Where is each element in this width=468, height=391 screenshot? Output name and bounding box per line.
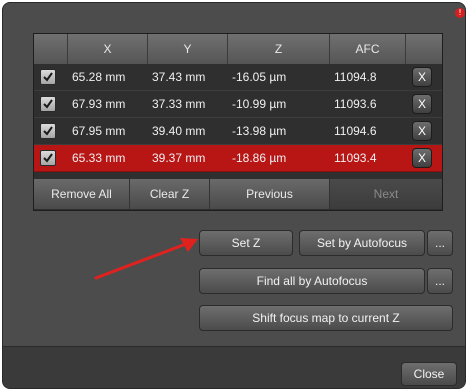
checkmark-icon: [43, 99, 53, 109]
set-by-autofocus-options-button[interactable]: ...: [427, 230, 453, 256]
remove-row-button[interactable]: X: [412, 67, 432, 87]
cell-x: 65.28 mm: [68, 64, 148, 91]
cell-y: 39.40 mm: [148, 118, 228, 145]
table-row[interactable]: 67.95 mm 39.40 mm -13.98 µm 11094.6 X: [34, 118, 442, 145]
header-afc[interactable]: AFC: [330, 34, 406, 64]
find-all-options-button[interactable]: ...: [427, 268, 453, 294]
table-row[interactable]: 65.28 mm 37.43 mm -16.05 µm 11094.8 X: [34, 64, 442, 91]
cell-y: 37.33 mm: [148, 91, 228, 118]
close-button[interactable]: Close: [401, 362, 457, 386]
set-z-button[interactable]: Set Z: [199, 230, 293, 256]
previous-button[interactable]: Previous: [210, 179, 330, 209]
header-y[interactable]: Y: [148, 34, 228, 64]
cell-z: -13.98 µm: [228, 118, 330, 145]
row-checkbox[interactable]: [40, 123, 56, 139]
cell-y: 39.37 mm: [148, 145, 228, 172]
cell-z: -16.05 µm: [228, 64, 330, 91]
remove-all-button[interactable]: Remove All: [34, 179, 130, 209]
set-by-autofocus-button[interactable]: Set by Autofocus: [299, 230, 425, 256]
cell-x: 65.33 mm: [68, 145, 148, 172]
row-checkbox[interactable]: [40, 69, 56, 85]
cell-x: 67.93 mm: [68, 91, 148, 118]
focus-points-panel: ! X Y Z AFC 65.28 mm 37.43 mm -16.05 µm …: [2, 2, 466, 389]
checkmark-icon: [43, 72, 53, 82]
row-checkbox[interactable]: [40, 96, 56, 112]
row-checkbox[interactable]: [40, 150, 56, 166]
cell-afc: 11094.8: [330, 64, 406, 91]
cell-afc: 11094.6: [330, 118, 406, 145]
table-header: X Y Z AFC: [34, 34, 442, 64]
clear-z-button[interactable]: Clear Z: [130, 179, 210, 209]
header-check-column: [34, 34, 68, 64]
table-row[interactable]: 67.93 mm 37.33 mm -10.99 µm 11093.6 X: [34, 91, 442, 118]
shift-focus-map-button[interactable]: Shift focus map to current Z: [199, 305, 453, 331]
header-x[interactable]: X: [68, 34, 148, 64]
cell-x: 67.95 mm: [68, 118, 148, 145]
cell-afc: 11093.6: [330, 91, 406, 118]
next-button: Next: [330, 179, 442, 209]
remove-row-button[interactable]: X: [412, 121, 432, 141]
focus-points-table: X Y Z AFC 65.28 mm 37.43 mm -16.05 µm 11…: [33, 33, 443, 211]
table-row-selected[interactable]: 65.33 mm 39.37 mm -18.86 µm 11093.4 X: [34, 145, 442, 172]
footer-bar: Close: [3, 346, 465, 388]
remove-row-button[interactable]: X: [412, 148, 432, 168]
header-z[interactable]: Z: [228, 34, 330, 64]
cell-z: -10.99 µm: [228, 91, 330, 118]
table-button-bar: Remove All Clear Z Previous Next: [34, 179, 442, 209]
checkmark-icon: [43, 153, 53, 163]
cell-y: 37.43 mm: [148, 64, 228, 91]
cell-afc: 11093.4: [330, 145, 406, 172]
notification-icon[interactable]: !: [455, 8, 465, 18]
header-remove-column: [406, 34, 442, 64]
cell-z: -18.86 µm: [228, 145, 330, 172]
find-all-by-autofocus-button[interactable]: Find all by Autofocus: [199, 268, 425, 294]
remove-row-button[interactable]: X: [412, 94, 432, 114]
checkmark-icon: [43, 126, 53, 136]
